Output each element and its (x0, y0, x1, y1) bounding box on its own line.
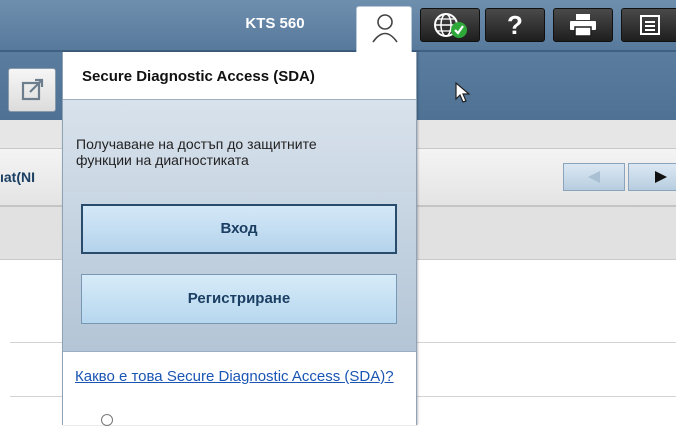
help-button[interactable]: ? (485, 8, 545, 42)
globe-check-icon (434, 13, 467, 38)
printer-icon (570, 14, 596, 37)
login-button[interactable]: Вход (81, 204, 397, 254)
sda-info-link[interactable]: Какво е това Secure Diagnostic Access (S… (75, 368, 395, 385)
external-link-icon (21, 78, 44, 101)
user-icon (372, 14, 398, 43)
device-label: KTS 560 (245, 15, 305, 32)
next-button[interactable] (628, 163, 676, 191)
user-button[interactable] (356, 6, 412, 52)
mouse-cursor-icon (455, 82, 471, 103)
popup-body: Получаване на достъп до защитните функци… (63, 99, 416, 352)
list-icon (640, 15, 660, 35)
top-toolbar: KTS 560 ? (0, 0, 676, 52)
open-external-button[interactable] (8, 68, 56, 112)
sda-popup: Secure Diagnostic Access (SDA) Получаван… (62, 52, 417, 426)
more-button[interactable] (621, 8, 676, 42)
question-icon: ? (507, 12, 523, 38)
triangle-right-icon (655, 171, 667, 183)
popup-description: Получаване на достъп до защитните функци… (76, 136, 317, 168)
language-button[interactable] (420, 8, 480, 42)
popup-title: Secure Diagnostic Access (SDA) (82, 68, 315, 85)
tab-label[interactable]: ıat(NI (0, 169, 35, 185)
triangle-left-icon (588, 171, 600, 183)
svg-text:?: ? (507, 12, 523, 38)
register-button[interactable]: Регистриране (81, 274, 397, 324)
print-button[interactable] (553, 8, 613, 42)
previous-button[interactable] (563, 163, 625, 191)
popup-header: Secure Diagnostic Access (SDA) (63, 52, 416, 99)
radio-circle[interactable] (101, 414, 113, 426)
